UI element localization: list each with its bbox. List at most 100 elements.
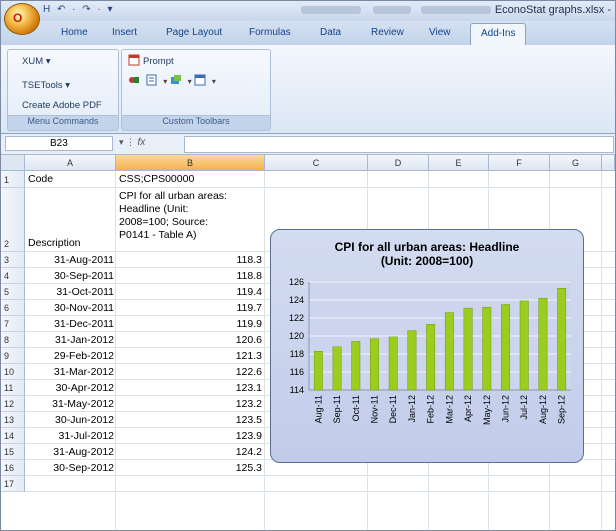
x-tick-label: Mar-12 — [444, 395, 454, 424]
x-tick-label: May-12 — [482, 395, 492, 425]
row-header[interactable]: 5 — [1, 284, 25, 300]
cell-date[interactable]: 30-Jun-2012 — [28, 414, 114, 426]
column-header-f[interactable]: F — [489, 155, 550, 171]
create-adobe-pdf-button[interactable]: Create Adobe PDF — [22, 100, 102, 111]
cell-cpi-value[interactable]: 119.7 — [119, 302, 263, 314]
row-header[interactable]: 13 — [1, 412, 25, 428]
select-all-corner[interactable] — [1, 155, 25, 171]
cell-date[interactable]: 31-Jan-2012 — [28, 334, 114, 346]
cell-date[interactable]: 30-Sep-2012 — [28, 462, 114, 474]
column-header-g[interactable]: G — [550, 155, 602, 171]
column-header-a[interactable]: A — [25, 155, 116, 171]
quick-access-toolbar[interactable]: H ↶ · ↷ · ▾ — [43, 4, 115, 15]
cell-date[interactable]: 31-May-2012 — [28, 398, 114, 410]
window-dropdown-icon[interactable] — [194, 74, 206, 86]
row-header[interactable]: 15 — [1, 444, 25, 460]
fx-button[interactable]: ▾ ⋮ fx — [119, 137, 145, 148]
bar — [463, 307, 473, 391]
cell-date[interactable]: 29-Feb-2012 — [28, 350, 114, 362]
row-header[interactable]: 14 — [1, 428, 25, 444]
row-header[interactable]: 8 — [1, 332, 25, 348]
y-tick-label: 126 — [289, 277, 304, 287]
row-header[interactable]: 17 — [1, 476, 25, 492]
column-gridline — [601, 171, 602, 530]
cell-date[interactable]: 31-Aug-2011 — [28, 254, 114, 266]
row-header[interactable]: 16 — [1, 460, 25, 476]
tab-formulas[interactable]: Formulas — [249, 27, 291, 38]
cell-date[interactable]: 31-Jul-2012 — [28, 430, 114, 442]
row-header[interactable]: 11 — [1, 380, 25, 396]
bar — [519, 300, 529, 391]
cell-a2-description[interactable]: Description — [28, 237, 114, 249]
cell-cpi-value[interactable]: 120.6 — [119, 334, 262, 346]
tab-insert[interactable]: Insert — [112, 27, 137, 38]
export-dropdown-icon[interactable] — [170, 74, 182, 86]
cell-cpi-value[interactable]: 118.3 — [119, 254, 263, 266]
tab-view[interactable]: View — [429, 27, 451, 38]
cell-date[interactable]: 30-Sep-2011 — [28, 270, 114, 282]
cell-cpi-value[interactable]: 123.2 — [119, 398, 262, 410]
tsetools-menu[interactable]: TSETools ▾ — [22, 80, 70, 91]
cell-date[interactable]: 30-Apr-2012 — [28, 382, 114, 394]
cell-b2-description-line[interactable]: Headline (Unit: — [119, 203, 264, 215]
cell-cpi-value[interactable]: 124.2 — [119, 446, 262, 458]
row-header[interactable]: 1 — [1, 171, 25, 188]
cell-cpi-value[interactable]: 123.9 — [119, 430, 262, 442]
tab-review[interactable]: Review — [371, 27, 404, 38]
cell-cpi-value[interactable]: 121.3 — [119, 350, 262, 362]
row-header[interactable]: 12 — [1, 396, 25, 412]
cell-cpi-value[interactable]: 125.3 — [119, 462, 262, 474]
column-header-h[interactable] — [602, 155, 615, 171]
office-logo-icon: O — [13, 11, 23, 25]
cell-cpi-value[interactable]: 118.8 — [119, 270, 263, 282]
office-button[interactable]: O — [4, 3, 40, 35]
row-header[interactable]: 2 — [1, 188, 25, 252]
cell-b2-description-line[interactable]: P0141 - Table A) — [119, 229, 264, 241]
sheet-dropdown-icon[interactable] — [146, 74, 158, 86]
cell-b2-description-line[interactable]: CPI for all urban areas: — [119, 190, 264, 202]
column-header-d[interactable]: D — [368, 155, 429, 171]
row-header[interactable]: 4 — [1, 268, 25, 284]
x-tick-label: Nov-11 — [370, 395, 380, 423]
row-header[interactable]: 10 — [1, 364, 25, 380]
column-gridline — [264, 171, 265, 530]
cell-date[interactable]: 31-Oct-2011 — [28, 286, 114, 298]
column-header-b[interactable]: B — [116, 155, 265, 171]
cpi-chart[interactable]: CPI for all urban areas: Headline (Unit:… — [270, 229, 584, 463]
tab-page-layout[interactable]: Page Layout — [166, 27, 222, 38]
xum-menu[interactable]: XUM ▾ — [22, 56, 51, 67]
tab-add-ins[interactable]: Add-Ins — [470, 23, 527, 45]
row-header[interactable]: 7 — [1, 316, 25, 332]
row-header[interactable]: 9 — [1, 348, 25, 364]
cell-b2-description-line[interactable]: 2008=100; Source: — [119, 216, 264, 228]
tab-home[interactable]: Home — [61, 27, 88, 38]
formula-input[interactable] — [184, 136, 614, 153]
prompt-button[interactable]: Prompt — [128, 54, 174, 67]
cell-date[interactable]: 31-Mar-2012 — [28, 366, 114, 378]
cell-cpi-value[interactable]: 122.6 — [119, 366, 262, 378]
menu-commands-group: XUM ▾ TSETools ▾ Create Adobe PDF Menu C… — [7, 49, 119, 131]
cell-b1-code-value[interactable]: CSS;CPS00000 — [119, 173, 259, 185]
title-bar: H ↶ · ↷ · ▾ EconoStat graphs.xlsx - — [1, 1, 615, 21]
column-header-e[interactable]: E — [429, 155, 489, 171]
row-header[interactable]: 3 — [1, 252, 25, 268]
row-header[interactable]: 6 — [1, 300, 25, 316]
cell-date[interactable]: 31-Dec-2011 — [28, 318, 114, 330]
cell-date[interactable]: 30-Nov-2011 — [28, 302, 114, 314]
cell-cpi-value[interactable]: 123.1 — [119, 382, 262, 394]
cell-date[interactable]: 31-Aug-2012 — [28, 446, 114, 458]
bar — [426, 324, 436, 391]
column-header-c[interactable]: C — [265, 155, 368, 171]
cell-cpi-value[interactable]: 123.5 — [119, 414, 262, 426]
cell-cpi-value[interactable]: 119.4 — [119, 286, 263, 298]
bar — [351, 341, 361, 391]
x-tick-label: Oct-11 — [351, 395, 361, 421]
name-box[interactable]: B23 — [5, 136, 113, 151]
tool-icon[interactable] — [128, 74, 140, 86]
x-tick-label: Aug-11 — [313, 395, 323, 423]
x-tick-label: Feb-12 — [426, 395, 436, 424]
tab-data[interactable]: Data — [320, 27, 341, 38]
cell-a1-code[interactable]: Code — [28, 173, 114, 185]
cell-cpi-value[interactable]: 119.9 — [119, 318, 263, 330]
blurred-title-segment — [421, 6, 491, 14]
